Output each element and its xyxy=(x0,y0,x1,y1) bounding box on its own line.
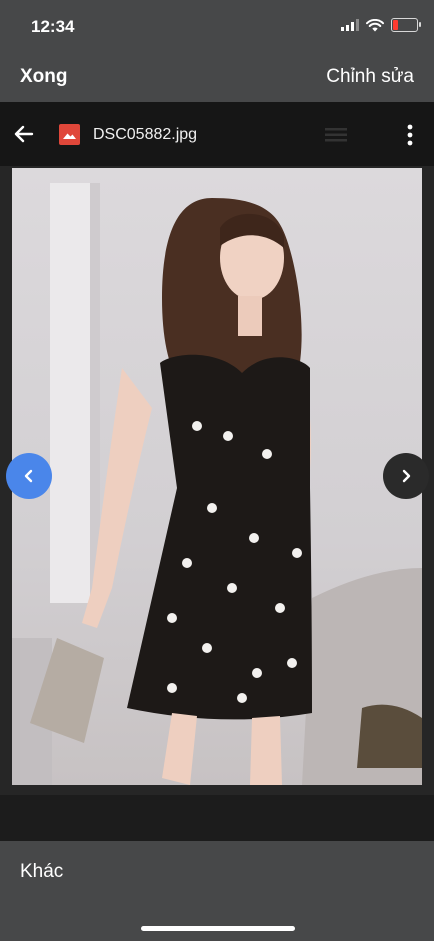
image-file-icon xyxy=(59,124,80,145)
bottom-bar: Khác xyxy=(0,841,434,941)
more-vert-icon[interactable] xyxy=(405,124,415,146)
thumbnail-strip xyxy=(0,795,434,841)
edit-button[interactable]: Chỉnh sửa xyxy=(326,66,414,88)
viewer-toolbar: DSC05882.jpg xyxy=(0,102,434,166)
more-button[interactable]: Khác xyxy=(20,861,63,883)
file-name: DSC05882.jpg xyxy=(93,126,198,143)
cellular-signal-icon xyxy=(341,19,359,31)
chevron-left-icon xyxy=(24,469,33,483)
wifi-icon xyxy=(366,18,384,31)
battery-level xyxy=(393,20,398,30)
next-image-button[interactable] xyxy=(383,453,429,499)
status-time: 12:34 xyxy=(31,17,75,36)
status-bar: 12:34 xyxy=(0,0,434,56)
battery-icon xyxy=(391,18,421,32)
status-icons xyxy=(341,18,421,32)
list-icon[interactable] xyxy=(325,128,347,142)
previous-image-button[interactable] xyxy=(6,453,52,499)
chevron-right-icon xyxy=(402,469,411,483)
nav-bar: Xong Chỉnh sửa xyxy=(0,56,434,102)
photo-preview[interactable] xyxy=(12,168,422,785)
back-arrow-icon[interactable] xyxy=(12,122,36,146)
photo-illustration xyxy=(12,183,422,785)
done-button[interactable]: Xong xyxy=(20,66,68,88)
home-indicator xyxy=(141,926,295,931)
